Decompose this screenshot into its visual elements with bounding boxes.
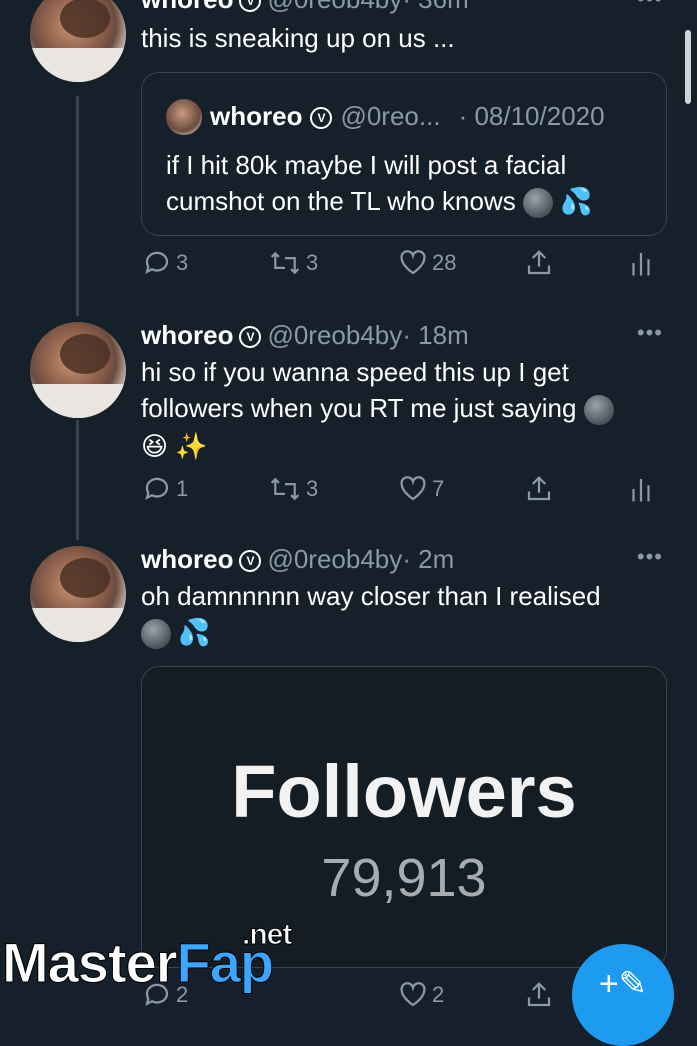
followers-label: Followers xyxy=(231,750,577,833)
reply-icon xyxy=(145,251,169,274)
reply-icon xyxy=(145,477,169,500)
watermark-part1: Master xyxy=(2,931,179,995)
quote-handle: @0reo... xyxy=(340,101,441,131)
quote-tweet[interactable]: whoreo V @0reo... · 08/10/2020 if I hit 80k… xyxy=(141,72,667,236)
retweet-icon xyxy=(270,251,300,275)
analytics-icon xyxy=(632,479,650,502)
reply-count: 1 xyxy=(176,476,189,501)
sweat-droplets-emoji-icon: 💦 xyxy=(560,186,593,216)
handle[interactable]: @0reob4by xyxy=(267,320,402,350)
media-image[interactable]: Followers 79,913 xyxy=(141,666,667,968)
display-name[interactable]: whoreo xyxy=(141,320,233,350)
tweet-text-body: oh damnnnnn way closer than I realised xyxy=(141,581,601,611)
followers-count: 79,913 xyxy=(321,848,487,908)
share-button[interactable] xyxy=(524,980,558,1010)
share-button[interactable] xyxy=(524,248,558,278)
analytics-button[interactable] xyxy=(628,474,658,504)
avatar[interactable] xyxy=(30,546,126,642)
quote-header: whoreo V @0reo... · 08/10/2020 xyxy=(166,99,605,135)
compose-icon: +✎ xyxy=(598,965,648,1003)
tweet-actions: 1 3 7 xyxy=(142,474,662,514)
new-moon-face-emoji-icon xyxy=(141,619,171,650)
like-count: 7 xyxy=(432,476,445,501)
avatar[interactable] xyxy=(30,322,126,418)
tweet-text: hi so if you wanna speed this up I get f… xyxy=(141,354,661,464)
thread-line xyxy=(76,420,79,540)
reply-count: 3 xyxy=(176,250,189,275)
heart-icon xyxy=(400,250,426,275)
thread-line xyxy=(76,96,79,316)
more-options-icon[interactable]: ••• xyxy=(637,0,663,12)
new-moon-face-emoji-icon xyxy=(522,188,553,219)
display-name[interactable]: whoreo xyxy=(141,0,233,14)
sweat-droplets-emoji-icon: 💦 xyxy=(178,617,211,647)
heart-icon xyxy=(400,982,426,1007)
compose-tweet-button[interactable]: +✎ xyxy=(572,944,674,1046)
tweet-actions: 3 3 28 xyxy=(142,248,662,288)
grinning-squinting-face-emoji-icon: 😆 xyxy=(141,431,169,462)
tweet-header: whoreo V @0reob4by· 36m xyxy=(141,0,469,15)
handle[interactable]: @0reob4by xyxy=(267,544,402,574)
timestamp[interactable]: · 2m xyxy=(402,544,454,574)
quote-text: if I hit 80k maybe I will post a facial … xyxy=(166,147,656,219)
display-name[interactable]: whoreo xyxy=(141,544,233,574)
scrollbar[interactable] xyxy=(685,30,691,104)
like-count: 28 xyxy=(432,250,457,275)
avatar[interactable] xyxy=(30,0,126,82)
analytics-button[interactable] xyxy=(628,248,658,278)
verified-badge-icon: V xyxy=(239,0,262,12)
retweet-count: 3 xyxy=(306,476,319,501)
handle[interactable]: @0reob4by xyxy=(267,0,402,14)
retweet-count: 3 xyxy=(306,250,319,275)
share-icon xyxy=(527,982,551,1007)
more-options-icon[interactable]: ••• xyxy=(637,544,663,570)
tweet-text-body: hi so if you wanna speed this up I get f… xyxy=(141,357,577,423)
quote-date: · 08/10/2020 xyxy=(458,101,605,131)
timestamp[interactable]: · 18m xyxy=(402,320,468,350)
timestamp[interactable]: · 36m xyxy=(402,0,468,14)
like-count: 2 xyxy=(432,982,445,1007)
quote-avatar xyxy=(166,99,202,135)
analytics-icon xyxy=(632,253,650,276)
like-button[interactable]: 7 xyxy=(398,474,444,504)
reply-button[interactable]: 1 xyxy=(142,474,188,504)
share-button[interactable] xyxy=(524,474,558,504)
tweet-header: whoreo V @0reob4by· 18m xyxy=(141,320,469,351)
verified-badge-icon: V xyxy=(310,107,333,129)
tweet-text: this is sneaking up on us ... xyxy=(141,23,455,53)
watermark-suffix: .net xyxy=(241,918,292,952)
verified-badge-icon: V xyxy=(239,550,262,572)
quote-display-name: whoreo xyxy=(210,101,303,131)
new-moon-face-emoji-icon xyxy=(583,395,614,426)
retweet-icon xyxy=(270,477,300,501)
tweet-header: whoreo V @0reob4by· 2m xyxy=(141,544,454,575)
share-icon xyxy=(527,250,551,275)
like-button[interactable]: 2 xyxy=(398,980,444,1010)
share-icon xyxy=(527,476,551,501)
reply-button[interactable]: 3 xyxy=(142,248,188,278)
retweet-button[interactable]: 3 xyxy=(268,248,318,278)
retweet-button[interactable]: 3 xyxy=(268,474,318,504)
sparkles-emoji-icon: ✨ xyxy=(175,431,208,462)
tweet-text: oh damnnnnn way closer than I realised 💦 xyxy=(141,578,661,650)
verified-badge-icon: V xyxy=(239,326,262,348)
heart-icon xyxy=(400,476,426,501)
quote-text-body: if I hit 80k maybe I will post a facial … xyxy=(166,150,567,216)
watermark: MasterFap .net xyxy=(2,918,293,995)
like-button[interactable]: 28 xyxy=(398,248,456,278)
more-options-icon[interactable]: ••• xyxy=(637,320,663,346)
